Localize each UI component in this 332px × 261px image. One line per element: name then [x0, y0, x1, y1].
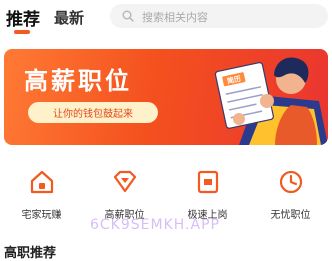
promo-banner[interactable]: 高薪职位 让你的钱包鼓起来 简历: [4, 49, 328, 145]
section-title: 高职推荐: [4, 246, 57, 261]
quick-action-worry-free[interactable]: 无忧职位: [249, 160, 332, 230]
quick-action-label: 宅家玩赚: [21, 210, 62, 221]
quick-action-home-earn[interactable]: 宅家玩赚: [0, 160, 83, 230]
search-placeholder: 搜索相关内容: [142, 11, 208, 24]
active-tab-indicator: [14, 30, 30, 34]
tab-recommend[interactable]: 推荐: [6, 5, 40, 30]
banner-subtitle: 让你的钱包鼓起来: [53, 109, 133, 120]
home-icon: [30, 170, 54, 194]
person-reading-resume-illustration: 简历: [214, 57, 328, 145]
quick-action-label: 无忧职位: [270, 210, 311, 221]
tab-latest[interactable]: 最新: [54, 7, 84, 28]
search-bar[interactable]: 搜索相关内容: [110, 4, 328, 28]
diamond-icon: [113, 170, 137, 193]
doc-icon: [197, 170, 219, 194]
banner-subtitle-pill: 让你的钱包鼓起来: [28, 102, 158, 123]
search-icon: [122, 10, 134, 22]
top-bar: 推荐 最新 搜索相关内容: [0, 0, 332, 36]
clock-icon: [279, 170, 303, 194]
watermark-text: 6CK9SEMKH.APP: [90, 217, 220, 233]
banner-title: 高薪职位: [24, 67, 132, 95]
